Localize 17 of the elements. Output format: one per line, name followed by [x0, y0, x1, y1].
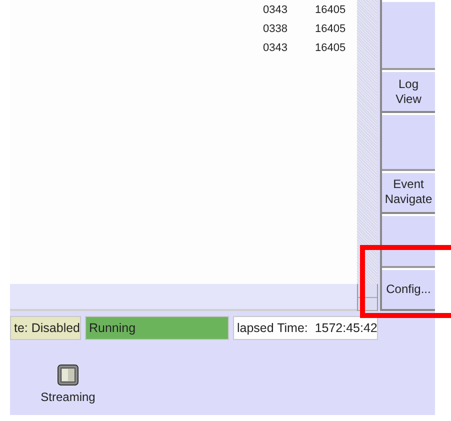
- table-cell-text: 0343: [263, 42, 288, 54]
- side-button[interactable]: Config...: [382, 268, 435, 312]
- table-cell-text: 16405: [315, 42, 347, 54]
- table-cell-text: 16405: [315, 4, 347, 16]
- monitor-icon[interactable]: [57, 364, 79, 386]
- table-cell-text: 0338: [263, 22, 288, 34]
- table-cell-text: 0343: [263, 4, 288, 16]
- side-button[interactable]: Event Navigate: [382, 170, 435, 214]
- horizontal-scrollbar[interactable]: [10, 284, 357, 311]
- vertical-scrollbar[interactable]: [357, 0, 377, 284]
- side-panel: [382, 113, 435, 171]
- icon-label[interactable]: Streaming: [40, 390, 96, 404]
- status-pane: lapsed Time: 1572:45:42: [233, 316, 378, 340]
- status-pane: Running: [85, 316, 229, 340]
- table-cell-text: 16405: [315, 22, 347, 34]
- side-button[interactable]: Log View: [382, 70, 435, 114]
- status-pane: te: Disabled: [10, 316, 81, 340]
